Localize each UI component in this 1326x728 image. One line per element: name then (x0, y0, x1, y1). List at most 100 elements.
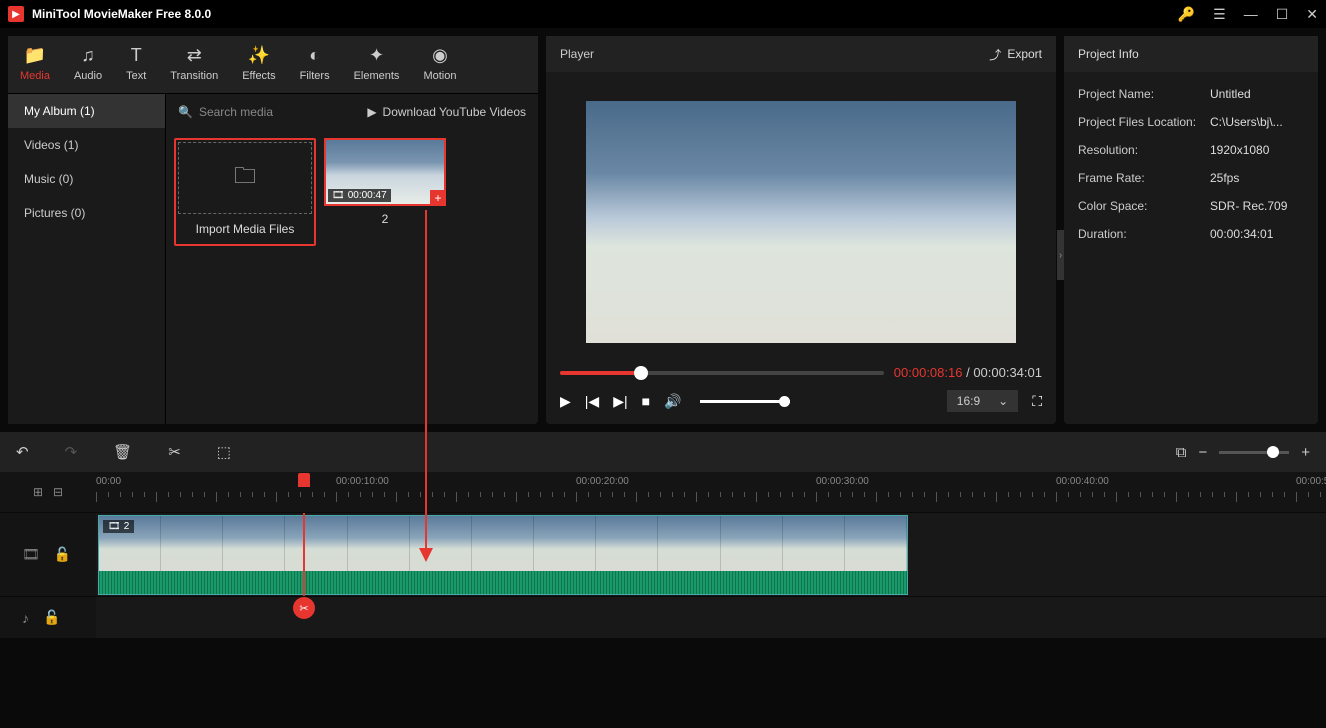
sidebar-item-music[interactable]: Music (0) (8, 162, 165, 196)
info-colorspace-value: SDR- Rec.709 (1210, 199, 1287, 213)
tab-audio[interactable]: ♫Audio (62, 36, 114, 93)
aspect-select[interactable]: 16:9 ⌄ (947, 390, 1018, 412)
info-duration-value: 00:00:34:01 (1210, 227, 1273, 241)
sidebar-item-pictures[interactable]: Pictures (0) (8, 196, 165, 230)
ruler-mark: 00:00:20:00 (576, 476, 629, 487)
close-button[interactable]: ✕ (1306, 6, 1318, 23)
import-media-card[interactable]: 🗀 Import Media Files (174, 138, 316, 246)
info-colorspace-label: Color Space: (1078, 199, 1210, 213)
zoom-out-button[interactable]: − (1198, 444, 1207, 461)
tab-text[interactable]: TText (114, 36, 158, 93)
app-logo-icon: ▶ (8, 6, 24, 22)
sidebar-item-myalbum[interactable]: My Album (1) (8, 94, 165, 128)
collapse-handle[interactable]: › (1057, 230, 1064, 280)
timeline: ↶ ↷ 🗑 ✂ ⬚ ⧉ − + ⊞ ⊟ 00:0000:00:10:0000:0… (0, 432, 1326, 638)
minimize-button[interactable]: — (1244, 6, 1258, 22)
info-framerate-label: Frame Rate: (1078, 171, 1210, 185)
motion-icon: ◉ (432, 44, 448, 66)
info-resolution-label: Resolution: (1078, 143, 1210, 157)
magnet-icon[interactable]: ⧉ (1176, 444, 1187, 461)
time-display: 00:00:08:16 / 00:00:34:01 (894, 365, 1042, 380)
lock-icon[interactable]: 🔓 (43, 609, 60, 626)
stop-button[interactable]: ■ (642, 393, 650, 409)
timeline-ruler[interactable]: 00:00 00:00:10:00 00:00:20:00 00:00:30:00 00… (96, 472, 1326, 512)
lock-icon[interactable]: 🔓 (54, 546, 71, 563)
youtube-icon: ▶ (367, 105, 376, 119)
volume-slider[interactable] (700, 400, 790, 403)
media-sidebar: My Album (1) Videos (1) Music (0) Pictur… (8, 94, 166, 424)
tab-media[interactable]: 📁Media (8, 36, 62, 93)
ruler-mark: 00:00:50: (1296, 476, 1326, 487)
search-icon: 🔍 (178, 105, 193, 119)
crop-button[interactable]: ⬚ (217, 443, 231, 461)
zoom-slider[interactable] (1219, 451, 1289, 454)
transition-icon: ⇄ (187, 44, 202, 66)
main-tab-bar: 📁Media ♫Audio TText ⇄Transition ✨Effects… (8, 36, 538, 94)
search-input[interactable]: 🔍 Search media (178, 105, 273, 119)
video-track[interactable]: 🎞2 ✂ (96, 513, 1326, 596)
info-name-label: Project Name: (1078, 87, 1210, 101)
video-preview[interactable] (586, 101, 1016, 343)
film-icon: 🎞 (332, 190, 345, 201)
folder-icon: 📁 (24, 44, 46, 66)
elements-icon: ✦ (369, 44, 384, 66)
import-label: Import Media Files (178, 214, 312, 242)
folder-icon: 🗀 (234, 159, 256, 197)
media-panel: 📁Media ♫Audio TText ⇄Transition ✨Effects… (8, 36, 538, 424)
timeline-clip[interactable]: 🎞2 (98, 515, 908, 595)
menu-icon[interactable]: ☰ (1213, 6, 1226, 23)
film-icon: 🎞 (108, 521, 121, 532)
split-button[interactable]: ✂ (168, 443, 181, 461)
ruler-mark: 00:00:40:00 (1056, 476, 1109, 487)
info-title: Project Info (1064, 36, 1318, 72)
redo-button[interactable]: ↷ (65, 443, 78, 461)
maximize-button[interactable]: ☐ (1276, 6, 1289, 23)
filters-icon: ◐ (309, 44, 320, 66)
audio-track[interactable] (96, 597, 1326, 638)
export-icon: ⤴ (989, 46, 1001, 63)
next-frame-button[interactable]: ▶| (613, 393, 627, 410)
info-location-label: Project Files Location: (1078, 115, 1210, 129)
add-clip-button[interactable]: + (430, 190, 446, 206)
info-resolution-value: 1920x1080 (1210, 143, 1269, 157)
scrub-bar[interactable] (560, 371, 884, 375)
add-track-button[interactable]: ⊞ (33, 485, 43, 499)
volume-icon[interactable]: 🔊 (664, 393, 681, 410)
prev-frame-button[interactable]: |◀ (585, 393, 599, 410)
key-icon[interactable]: 🔑 (1178, 6, 1195, 23)
delete-button[interactable]: 🗑 (113, 443, 132, 461)
play-button[interactable]: ▶ (560, 393, 571, 410)
info-framerate-value: 25fps (1210, 171, 1239, 185)
video-track-icon: 🎞 (22, 546, 40, 563)
export-button[interactable]: ⤴ Export (989, 46, 1042, 63)
title-bar: ▶ MiniTool MovieMaker Free 8.0.0 🔑 ☰ — ☐… (0, 0, 1326, 28)
project-info-panel: › Project Info Project Name:Untitled Pro… (1064, 36, 1318, 424)
tab-transition[interactable]: ⇄Transition (158, 36, 230, 93)
undo-button[interactable]: ↶ (16, 443, 29, 461)
tab-elements[interactable]: ✦Elements (342, 36, 412, 93)
app-title: MiniTool MovieMaker Free 8.0.0 (32, 7, 211, 21)
sidebar-item-videos[interactable]: Videos (1) (8, 128, 165, 162)
fullscreen-button[interactable]: ⛶ (1032, 393, 1042, 410)
zoom-in-button[interactable]: + (1301, 444, 1310, 461)
chevron-down-icon: ⌄ (998, 394, 1008, 408)
info-location-value: C:\Users\bj\... (1210, 115, 1283, 129)
tab-filters[interactable]: ◐Filters (288, 36, 342, 93)
info-name-value: Untitled (1210, 87, 1251, 101)
text-icon: T (131, 44, 142, 66)
tab-motion[interactable]: ◉Motion (411, 36, 468, 93)
tab-effects[interactable]: ✨Effects (230, 36, 287, 93)
remove-track-button[interactable]: ⊟ (53, 485, 63, 499)
music-icon: ♫ (81, 44, 95, 66)
media-clip[interactable]: 🎞00:00:47 + 2 (324, 138, 446, 232)
audio-track-icon: ♪ (22, 610, 29, 626)
ruler-mark: 00:00:30:00 (816, 476, 869, 487)
player-panel: Player ⤴ Export 00:00:08:16 / 00:00:34:0… (546, 36, 1056, 424)
clip-name: 2 (324, 206, 446, 232)
ruler-mark: 00:00:10:00 (336, 476, 389, 487)
info-duration-label: Duration: (1078, 227, 1210, 241)
download-youtube-link[interactable]: ▶ Download YouTube Videos (367, 105, 526, 119)
player-title: Player (560, 47, 594, 61)
ruler-mark: 00:00 (96, 476, 121, 487)
clip-duration: 00:00:47 (348, 190, 387, 201)
